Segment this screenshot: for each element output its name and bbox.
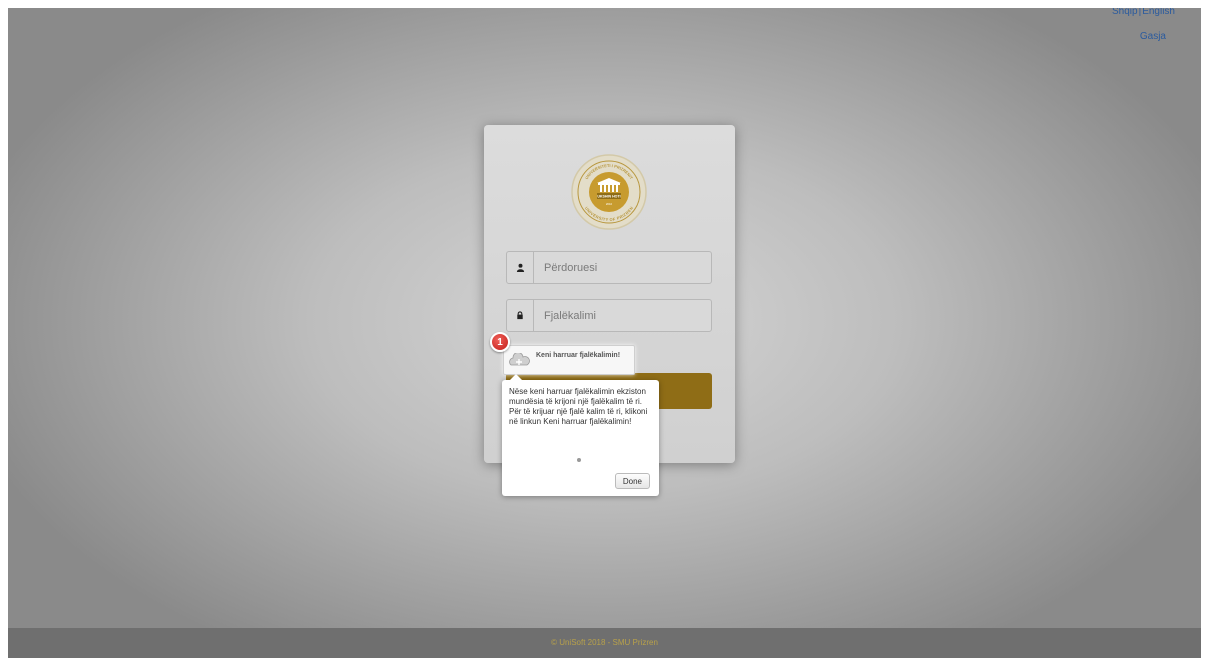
language-switcher: Shqip|English xyxy=(1112,8,1175,17)
tour-popover: Nëse keni harruar fjalëkalimin ekziston … xyxy=(502,374,659,496)
login-backdrop: Shqip|English Gasja UNIVERSITETI I PRIZR… xyxy=(8,8,1201,658)
language-english-link[interactable]: English xyxy=(1142,8,1175,17)
username-input[interactable] xyxy=(534,252,710,283)
tour-description: Nëse keni harruar fjalëkalimin ekziston … xyxy=(509,387,648,426)
tour-step-badge: 1 xyxy=(490,332,510,352)
tour-progress-dot xyxy=(577,458,581,462)
logo-name-text: UKSHIN HOTI xyxy=(597,195,620,199)
forgot-password-label: Keni harruar fjalëkalimin! xyxy=(536,352,621,359)
help-link[interactable]: Gasja xyxy=(1112,31,1166,42)
username-field xyxy=(506,251,712,284)
logo-year-text: 2010 xyxy=(606,202,613,206)
tour-done-button[interactable]: Done xyxy=(614,473,650,489)
user-icon xyxy=(507,252,534,283)
forgot-password-link[interactable]: Keni harruar fjalëkalimin! xyxy=(503,345,635,375)
lock-icon xyxy=(507,300,534,331)
password-input[interactable] xyxy=(534,300,710,331)
footer-copyright: © UniSoft 2018 - SMU Prizren xyxy=(551,638,658,647)
key-cloud-icon xyxy=(509,353,530,366)
footer: © UniSoft 2018 - SMU Prizren xyxy=(8,628,1201,658)
language-albanian-link[interactable]: Shqip xyxy=(1112,8,1138,17)
password-field xyxy=(506,299,712,332)
top-nav: Shqip|English Gasja xyxy=(1112,8,1175,42)
university-logo: UNIVERSITETI I PRIZRENIT UNIVERSITY OF P… xyxy=(571,154,647,230)
